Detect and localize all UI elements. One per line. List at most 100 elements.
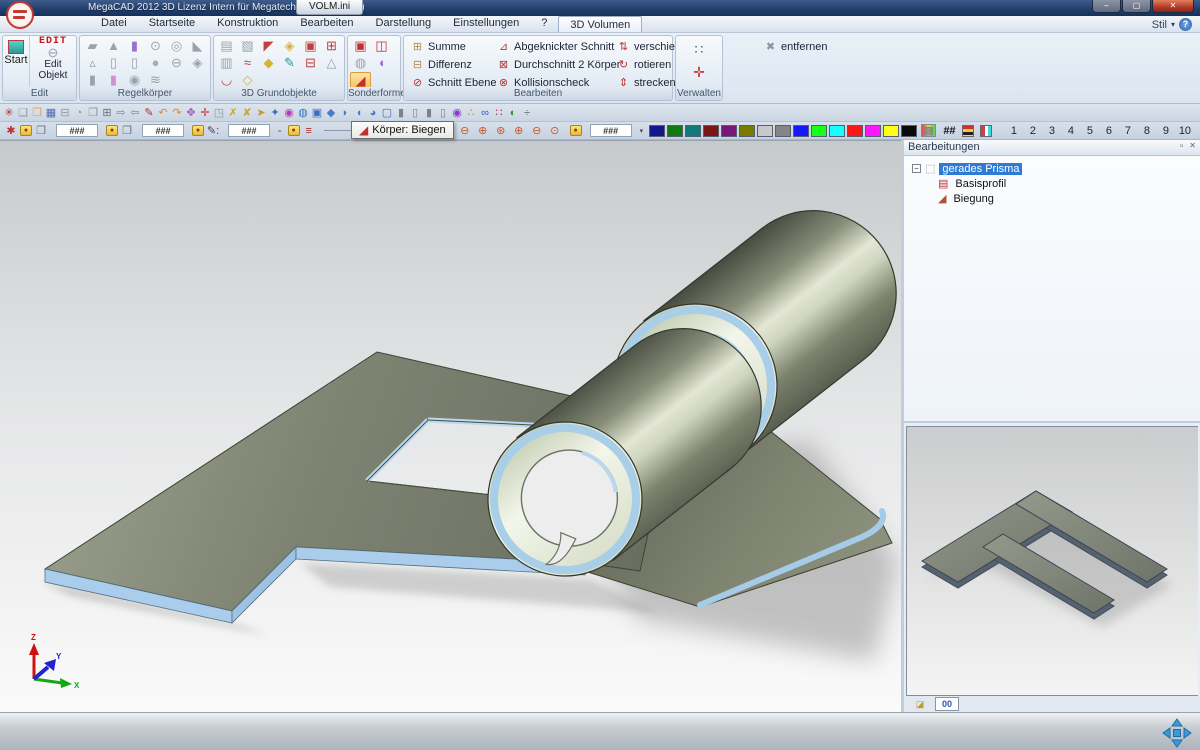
differenz-button[interactable]: ⊟Differenz [410,57,497,72]
layer-number-1[interactable]: 1 [1004,125,1023,137]
sphere-tool-icon[interactable]: ● [145,55,166,72]
start-button[interactable]: Start [3,36,30,88]
bend-obj-icon[interactable]: ◤ [258,38,279,55]
special-box-icon[interactable]: ▣ [350,38,371,55]
disk-d-icon[interactable]: ◕ [366,105,380,121]
corner-obj-icon[interactable]: ◆ [258,55,279,72]
disk-b-icon[interactable]: ◗ [338,105,352,121]
scale-dropdown-arrow[interactable]: ▾ [640,127,644,135]
prism-obj-icon[interactable]: ▤ [216,38,237,55]
pen-field[interactable]: ### [228,124,270,137]
zoom-window-icon[interactable]: ⊖ [458,123,472,139]
branch-icon[interactable]: ∴ [464,105,478,121]
color-wheel-icon[interactable]: ◐ [506,105,520,121]
snap-star-icon[interactable]: ✱ [4,123,18,139]
panel-header[interactable]: Bearbeitungen ▫ ✕ [904,140,1200,156]
durchschnitt-2-koerper-button[interactable]: ⊠Durchschnitt 2 Körper [496,57,620,72]
cylinder-4-icon[interactable]: ▯ [436,105,450,121]
loft-obj-icon[interactable]: ◈ [279,38,300,55]
color-swatch[interactable] [685,125,701,137]
pipe-obj-icon[interactable]: ≈ [237,55,258,72]
zoom-plus-icon[interactable]: ⊕ [512,123,526,139]
layer-icon-2[interactable]: ❒ [120,123,134,139]
cone-tool-icon[interactable]: ▲ [103,38,124,55]
color-swatch[interactable] [775,125,791,137]
box-3d-icon[interactable]: ◳ [212,105,226,121]
menu-bearbeiten[interactable]: Bearbeiten [289,16,364,32]
flat-pattern-preview[interactable] [906,426,1198,696]
special-cyl-icon[interactable]: ◍ [350,55,371,72]
color-swatch[interactable] [721,125,737,137]
open-folder-icon[interactable]: ❐ [30,105,44,121]
redline-icon[interactable]: ✎ [142,105,156,121]
color-swatch[interactable] [793,125,809,137]
layer-number-7[interactable]: 7 [1118,125,1137,137]
panel-close-icon[interactable]: ✕ [1189,141,1196,152]
special-shell-icon[interactable]: ◫ [371,38,392,55]
layer-number-5[interactable]: 5 [1080,125,1099,137]
drop-icon[interactable]: ➤ [254,105,268,121]
prism-tool-icon[interactable]: ▮ [124,38,145,55]
array-obj-icon[interactable]: ⊞ [321,38,342,55]
help-icon[interactable]: ? [1179,18,1192,31]
revolve-obj-icon[interactable]: ▥ [216,55,237,72]
tree-item-gerades-prisma[interactable]: − ⬚ gerades Prisma [912,161,1200,176]
binocular-icon[interactable]: ∞ [478,105,492,121]
pan-icon[interactable] [1162,718,1192,748]
cylinder-2-icon[interactable]: ▯ [408,105,422,121]
3d-viewport[interactable]: Z X Y [0,140,901,712]
tab-views[interactable]: 00 [935,697,959,711]
lock-icon-1[interactable]: ● [20,125,32,136]
group-field-2[interactable]: ### [142,124,184,137]
panel-blue-icon[interactable]: ▢ [380,105,394,121]
color-swatch[interactable] [883,125,899,137]
tree-item-biegung[interactable]: ◢ Biegung [912,191,1200,206]
box-tool-icon[interactable]: ▰ [82,38,103,55]
special-wing-icon[interactable]: ◖ [371,55,392,72]
zoom-minus-icon[interactable]: ⊖ [530,123,544,139]
ring-tool-icon[interactable]: ◎ [166,38,187,55]
cylinder-tool-icon[interactable]: ▯ [103,55,124,72]
funnel-obj-icon[interactable]: △ [321,55,342,72]
menu-datei[interactable]: Datei [90,16,138,32]
globe-icon[interactable]: ◍ [296,105,310,121]
pen-style-icon[interactable]: ✎: [206,123,220,139]
copy-icon[interactable]: ✘ [240,105,254,121]
menu-hilfe[interactable]: ? [530,16,558,32]
menu-einstellungen[interactable]: Einstellungen [442,16,530,32]
array2-obj-icon[interactable]: ⊟ [300,55,321,72]
pyramid-tool-icon[interactable]: ▵ [82,55,103,72]
disk-a-icon[interactable]: ◆ [324,105,338,121]
layer-number-4[interactable]: 4 [1061,125,1080,137]
select-red-icon[interactable]: ✛ [198,105,212,121]
color-swatch[interactable] [865,125,881,137]
maximize-button[interactable]: ▢ [1122,0,1151,13]
import-icon[interactable]: ⇦ [128,105,142,121]
scale-field[interactable]: ### [590,124,632,137]
layer-number-3[interactable]: 3 [1042,125,1061,137]
zoom-fit-icon[interactable]: ⊛ [494,123,508,139]
style-dropdown[interactable]: Stil [1152,19,1167,31]
lock-icon-4[interactable]: ● [288,125,300,136]
minimize-button[interactable]: – [1092,0,1121,13]
page-settings-icon[interactable]: ⊞ [100,105,114,121]
stamp-icon[interactable]: ✥ [184,105,198,121]
edit-object-button[interactable]: EDIT ⊖ Edit Objekt [30,36,76,88]
tube-tool-icon[interactable]: ▯ [124,55,145,72]
color-swatch[interactable] [829,125,845,137]
person-icon[interactable]: ✦ [268,105,282,121]
palette-manager-icon[interactable]: ▩ [921,124,936,137]
linetype-icon[interactable]: ≡ [302,123,316,139]
feature-delete-icon[interactable]: ✛ [689,64,710,81]
zoom-previous-icon[interactable]: ⊙ [548,123,562,139]
page-copy-icon[interactable]: ❒ [86,105,100,121]
close-button[interactable]: ✕ [1152,0,1194,13]
export-icon[interactable]: ⇨ [114,105,128,121]
layer-icon-1[interactable]: ❒ [34,123,48,139]
redo-icon[interactable]: ↷ [170,105,184,121]
pin-icon[interactable]: ▫ [1180,141,1184,152]
print-icon[interactable]: ⊟ [58,105,72,121]
pen-colors-icon[interactable] [980,125,992,137]
lock-icon-5[interactable]: ● [570,125,582,136]
group-manage-icon[interactable]: ∷ [689,41,710,58]
